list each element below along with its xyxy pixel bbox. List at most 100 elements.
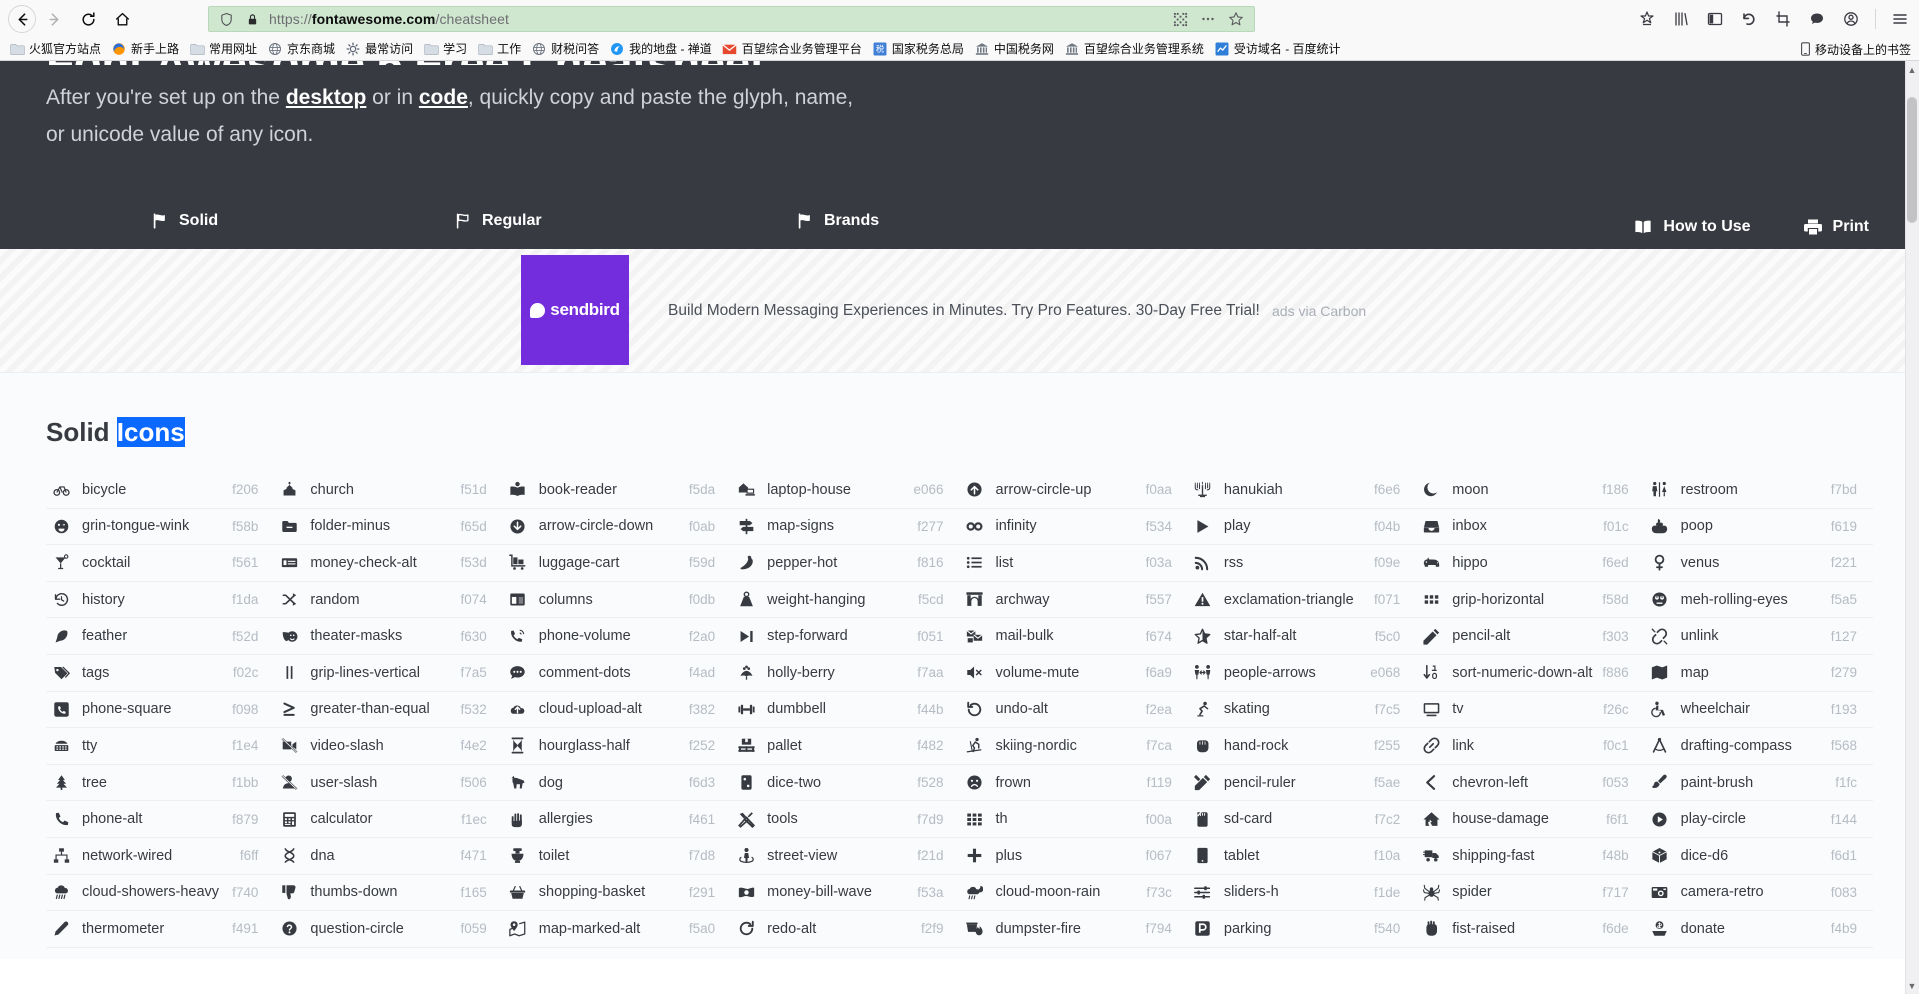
icon-name[interactable]: pallet bbox=[761, 738, 911, 754]
icon-unicode[interactable]: f059 bbox=[460, 921, 486, 936]
icon-row[interactable]: dumpster-fire f794 bbox=[959, 911, 1188, 948]
undo-alt-icon[interactable] bbox=[960, 701, 990, 718]
icon-row[interactable]: dice-two f528 bbox=[731, 765, 960, 802]
url-text[interactable]: https://fontawesome.com/cheatsheet bbox=[265, 11, 1166, 27]
bookmark-item[interactable]: 百望综合业务管理平台 bbox=[719, 40, 867, 58]
icon-row[interactable]: arrow-circle-down f0ab bbox=[502, 509, 732, 546]
icon-unicode[interactable]: f01c bbox=[1603, 519, 1629, 534]
question-circle-icon[interactable] bbox=[274, 920, 304, 937]
icon-name[interactable]: random bbox=[304, 592, 454, 608]
laptop-house-icon[interactable] bbox=[731, 481, 761, 498]
icon-name[interactable]: arrow-circle-up bbox=[990, 482, 1140, 498]
icon-name[interactable]: theater-masks bbox=[304, 628, 454, 644]
icon-row[interactable]: dice-d6 f6d1 bbox=[1644, 838, 1873, 875]
icon-row[interactable]: house-damage f6f1 bbox=[1416, 801, 1645, 838]
icon-name[interactable]: pencil-alt bbox=[1446, 628, 1596, 644]
icon-row[interactable]: volume-mute f6a9 bbox=[959, 655, 1188, 692]
icon-name[interactable]: user-slash bbox=[304, 775, 454, 791]
comment-dots-icon[interactable] bbox=[503, 664, 533, 681]
icon-unicode[interactable]: f6ed bbox=[1602, 555, 1628, 570]
icon-unicode[interactable]: f127 bbox=[1831, 629, 1857, 644]
lock-icon[interactable] bbox=[239, 9, 265, 29]
mail-bulk-icon[interactable] bbox=[960, 628, 990, 645]
holly-berry-icon[interactable] bbox=[731, 664, 761, 681]
tools-icon[interactable] bbox=[731, 811, 761, 828]
icon-row[interactable]: star-half-alt f5c0 bbox=[1187, 618, 1417, 655]
desktop-link[interactable]: desktop bbox=[286, 86, 367, 109]
money-check-alt-icon[interactable] bbox=[274, 554, 304, 571]
icon-row[interactable]: map-signs f277 bbox=[731, 509, 960, 546]
icon-name[interactable]: pencil-ruler bbox=[1218, 775, 1368, 791]
icon-row[interactable]: allergies f461 bbox=[502, 801, 732, 838]
icon-unicode[interactable]: f26c bbox=[1603, 702, 1629, 717]
icon-row[interactable]: moon f186 bbox=[1416, 472, 1645, 509]
shipping-fast-icon[interactable] bbox=[1416, 847, 1446, 864]
icon-name[interactable]: skiing-nordic bbox=[990, 738, 1141, 754]
icon-row[interactable]: thermometer f491 bbox=[46, 911, 275, 948]
redo-alt-icon[interactable] bbox=[731, 920, 761, 937]
icon-row[interactable]: history f1da bbox=[46, 582, 275, 619]
icon-row[interactable]: meh-rolling-eyes f5a5 bbox=[1644, 582, 1873, 619]
icon-row[interactable]: drafting-compass f568 bbox=[1644, 728, 1873, 765]
icon-name[interactable]: greater-than-equal bbox=[304, 701, 454, 717]
history-icon[interactable] bbox=[46, 591, 76, 608]
icon-row[interactable]: luggage-cart f59d bbox=[502, 545, 732, 582]
icon-name[interactable]: money-bill-wave bbox=[761, 884, 911, 900]
icon-unicode[interactable]: f067 bbox=[1146, 848, 1172, 863]
icon-name[interactable]: shipping-fast bbox=[1446, 848, 1596, 864]
icon-name[interactable]: feather bbox=[76, 628, 226, 644]
icon-row[interactable]: skiing-nordic f7ca bbox=[959, 728, 1188, 765]
thermometer-icon[interactable] bbox=[46, 920, 76, 937]
cloud-upload-alt-icon[interactable] bbox=[503, 701, 533, 718]
bookmark-item[interactable]: 工作 bbox=[474, 40, 526, 58]
donate-icon[interactable] bbox=[1645, 920, 1675, 937]
icon-name[interactable]: fist-raised bbox=[1446, 921, 1596, 937]
street-view-icon[interactable] bbox=[731, 847, 761, 864]
forward-button[interactable] bbox=[38, 4, 70, 34]
video-slash-icon[interactable] bbox=[274, 737, 304, 754]
icon-unicode[interactable]: f279 bbox=[1831, 665, 1857, 680]
step-forward-icon[interactable] bbox=[731, 628, 761, 645]
icon-name[interactable]: weight-hanging bbox=[761, 592, 912, 608]
icon-name[interactable]: arrow-circle-down bbox=[533, 518, 683, 534]
pepper-hot-icon[interactable] bbox=[731, 554, 761, 571]
bookmark-item[interactable]: 常用网址 bbox=[186, 40, 262, 58]
icon-name[interactable]: volume-mute bbox=[990, 665, 1140, 681]
venus-icon[interactable] bbox=[1645, 554, 1675, 572]
map-icon[interactable] bbox=[1645, 664, 1675, 681]
allergies-icon[interactable] bbox=[503, 811, 533, 828]
icon-unicode[interactable]: f1de bbox=[1374, 885, 1400, 900]
icon-name[interactable]: thumbs-down bbox=[304, 884, 454, 900]
icon-name[interactable]: wheelchair bbox=[1675, 701, 1825, 717]
icon-unicode[interactable]: f2f9 bbox=[921, 921, 944, 936]
icon-name[interactable]: history bbox=[76, 592, 226, 608]
icon-row[interactable]: sort-numeric-down-alt f886 bbox=[1416, 655, 1645, 692]
icon-unicode[interactable]: f083 bbox=[1831, 885, 1857, 900]
icon-name[interactable]: comment-dots bbox=[533, 665, 683, 681]
icon-unicode[interactable]: f193 bbox=[1831, 702, 1857, 717]
code-link[interactable]: code bbox=[419, 86, 468, 109]
icon-name[interactable]: play-circle bbox=[1675, 811, 1825, 827]
icon-unicode[interactable]: e068 bbox=[1370, 665, 1400, 680]
icon-row[interactable]: fist-raised f6de bbox=[1416, 911, 1645, 948]
dna-icon[interactable] bbox=[274, 847, 304, 864]
icon-row[interactable]: restroom f7bd bbox=[1644, 472, 1873, 509]
bookmark-item[interactable]: 我的地盘 - 禅道 bbox=[606, 40, 717, 58]
icon-unicode[interactable]: f0ab bbox=[689, 519, 715, 534]
chevron-left-icon[interactable] bbox=[1416, 774, 1446, 791]
icon-row[interactable]: pencil-ruler f5ae bbox=[1187, 765, 1417, 802]
shopping-basket-icon[interactable] bbox=[503, 884, 533, 901]
icon-row[interactable]: money-check-alt f53d bbox=[274, 545, 503, 582]
icon-unicode[interactable]: f09e bbox=[1374, 555, 1400, 570]
icon-unicode[interactable]: f071 bbox=[1374, 592, 1400, 607]
hand-rock-icon[interactable] bbox=[1188, 737, 1218, 754]
icon-unicode[interactable]: f5a5 bbox=[1831, 592, 1857, 607]
parking-icon[interactable] bbox=[1188, 920, 1218, 937]
icon-unicode[interactable]: f471 bbox=[460, 848, 486, 863]
hourglass-half-icon[interactable] bbox=[503, 737, 533, 754]
icon-unicode[interactable]: f2ea bbox=[1146, 702, 1172, 717]
icon-name[interactable]: chevron-left bbox=[1446, 775, 1596, 791]
icon-row[interactable]: th f00a bbox=[959, 801, 1188, 838]
phone-square-icon[interactable] bbox=[46, 701, 76, 718]
icon-row[interactable]: tags f02c bbox=[46, 655, 275, 692]
